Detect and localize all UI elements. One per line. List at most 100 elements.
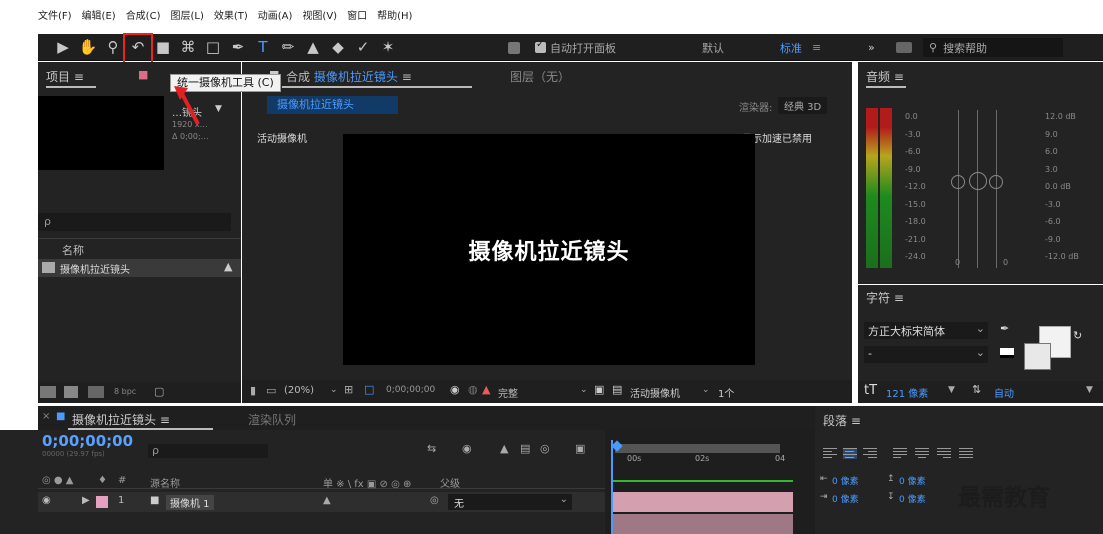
current-time-indicator[interactable] xyxy=(611,440,613,534)
project-search-input[interactable]: ρ xyxy=(38,213,231,231)
workspace-default[interactable]: 默认 xyxy=(702,34,724,61)
menu-file[interactable]: 文件(F) xyxy=(38,7,72,22)
current-time[interactable]: 0;00;00;00 xyxy=(386,385,435,395)
parent-dropdown[interactable]: 无 ⌄ xyxy=(448,494,572,510)
draft-3d-icon[interactable]: ◉ xyxy=(462,442,472,455)
pan-behind-icon[interactable]: ⌘ xyxy=(177,36,199,58)
paragraph-tab[interactable]: 段落 ≡ xyxy=(823,412,861,429)
parent-header[interactable]: 父级 xyxy=(440,475,460,490)
justify-last-center-icon[interactable] xyxy=(915,448,929,459)
search-help-toggle[interactable] xyxy=(896,34,912,61)
label-color-swatch[interactable] xyxy=(96,496,108,508)
renderer-button[interactable]: 经典 3D xyxy=(778,97,828,114)
work-area-bar[interactable] xyxy=(615,444,780,453)
eyedropper-icon[interactable]: ✒ xyxy=(1000,322,1009,335)
close-icon[interactable]: × xyxy=(42,411,50,422)
justify-last-right-icon[interactable] xyxy=(937,448,951,459)
menu-window[interactable]: 窗口 xyxy=(347,7,367,22)
font-family-dropdown[interactable]: 方正大标宋简体 ⌄ xyxy=(864,322,988,339)
swap-colors-icon[interactable]: ↻ xyxy=(1073,329,1082,342)
shy-icon[interactable]: ▲ xyxy=(500,442,508,455)
expand-arrow-icon[interactable]: ▶ xyxy=(82,495,90,506)
roto-brush-icon[interactable]: ✓ xyxy=(352,36,374,58)
align-center-icon[interactable] xyxy=(843,448,857,459)
timeline-tab[interactable]: 摄像机拉近镜头 ≡ xyxy=(72,411,170,428)
hash-header[interactable]: # xyxy=(118,475,126,486)
composition-viewer[interactable]: 摄像机拉近镜头 xyxy=(343,134,755,365)
region-of-interest-icon[interactable]: ▣ xyxy=(594,383,604,396)
name-column-header[interactable]: 名称 xyxy=(62,242,84,258)
menu-help[interactable]: 帮助(H) xyxy=(377,7,412,22)
menu-view[interactable]: 视图(V) xyxy=(302,7,337,22)
pick-whip-icon[interactable]: ◎ xyxy=(430,495,439,506)
eraser-icon[interactable]: ◆ xyxy=(327,36,349,58)
grid-icon[interactable]: ⊞ xyxy=(344,383,353,396)
puppet-pin-icon[interactable]: ✶ xyxy=(377,36,399,58)
align-left-icon[interactable] xyxy=(823,448,837,459)
menu-animation[interactable]: 动画(A) xyxy=(258,7,293,22)
rectangle-icon[interactable]: □ xyxy=(202,36,224,58)
zoom-icon[interactable]: ⚲ xyxy=(102,36,124,58)
align-right-icon[interactable] xyxy=(863,448,877,459)
justify-all-icon[interactable] xyxy=(959,448,973,459)
character-tab[interactable]: 字符 ≡ xyxy=(866,289,904,306)
views-dropdown[interactable]: 1个 xyxy=(718,385,734,400)
chevron-down-icon[interactable]: ▼ xyxy=(215,104,222,114)
leading-value[interactable]: 自动 xyxy=(994,385,1014,400)
slider-track[interactable] xyxy=(996,110,997,268)
always-preview-icon[interactable]: ▮ xyxy=(250,384,256,397)
av-features-header-icon[interactable]: ◎ ● ▲ xyxy=(42,475,74,486)
source-name-header[interactable]: 源名称 xyxy=(150,475,180,490)
project-tab[interactable]: 项目 ≡ xyxy=(46,68,84,85)
timeline-search-input[interactable]: ρ xyxy=(148,444,268,458)
list-item[interactable]: 摄像机拉近镜头 ▲ xyxy=(38,259,241,277)
menu-edit[interactable]: 编辑(E) xyxy=(82,7,116,22)
hand-icon[interactable]: ✋ xyxy=(77,36,99,58)
composition-tab[interactable]: 合成 摄像机拉近镜头 ≡ xyxy=(286,68,412,85)
zoom-dropdown[interactable]: (20%) xyxy=(284,385,314,396)
slider-knob[interactable] xyxy=(951,175,965,189)
font-size-value[interactable]: 121 像素 xyxy=(886,385,928,400)
slider-knob[interactable] xyxy=(989,175,1003,189)
pen-icon[interactable]: ✒ xyxy=(227,36,249,58)
more-workspaces-icon[interactable]: » xyxy=(868,34,875,61)
justify-last-left-icon[interactable] xyxy=(893,448,907,459)
clone-stamp-icon[interactable]: ▲ xyxy=(302,36,324,58)
slider-knob[interactable] xyxy=(969,172,987,190)
table-row[interactable]: ◉ ▶ 1 ■ 摄像机 1 ▲ ◎ 无 ⌄ xyxy=(38,492,605,512)
new-composition-icon[interactable] xyxy=(88,386,104,398)
interpret-footage-icon[interactable] xyxy=(40,386,56,398)
selection-arrow-icon[interactable]: ▶ xyxy=(52,36,74,58)
show-snapshot-icon[interactable]: ◍ xyxy=(468,383,478,396)
auto-open-panels[interactable]: 自动打开面板 xyxy=(535,34,616,61)
shy-switch-icon[interactable]: ▲ xyxy=(323,495,331,506)
search-help-input[interactable]: ⚲ 搜索帮助 xyxy=(923,38,1063,57)
snapshot-icon[interactable]: ◉ xyxy=(450,383,460,396)
timeline-timecode[interactable]: 0;00;00;00 xyxy=(42,432,133,450)
first-line-indent-value[interactable]: 0 像素 xyxy=(832,492,859,505)
font-style-dropdown[interactable]: - ⌄ xyxy=(864,346,988,363)
eye-icon[interactable]: ◉ xyxy=(42,495,51,506)
slider-track[interactable] xyxy=(958,110,959,268)
layer-duration-bar[interactable] xyxy=(613,492,793,512)
layer-tab[interactable]: 图层（无） xyxy=(510,68,570,85)
comp-breadcrumb-tab[interactable]: 摄像机拉近镜头 xyxy=(267,96,398,114)
layer-name[interactable]: 摄像机 1 xyxy=(166,495,214,510)
comp-flowchart-icon[interactable]: ⇆ xyxy=(427,442,436,455)
mask-visibility-icon[interactable]: □ xyxy=(364,383,374,396)
new-folder-icon[interactable] xyxy=(64,386,78,398)
space-after-value[interactable]: 0 像素 xyxy=(899,492,926,505)
snap-icon[interactable] xyxy=(508,34,520,61)
bpc-button[interactable]: 8 bpc xyxy=(114,387,136,396)
label-header-icon[interactable]: ♦ xyxy=(98,475,107,486)
audio-tab[interactable]: 音频 ≡ xyxy=(866,68,904,85)
motion-blur-icon[interactable]: ◎ xyxy=(540,442,550,455)
camera-icon[interactable]: ■ xyxy=(152,36,174,58)
indent-left-value[interactable]: 0 像素 xyxy=(832,474,859,487)
transparency-grid-icon[interactable]: ▤ xyxy=(612,383,622,396)
switches-header[interactable]: 单 ※ \ fx ▣ ⊘ ◎ ⊕ xyxy=(323,475,411,490)
graph-editor-icon[interactable]: ▣ xyxy=(575,442,585,455)
menu-effect[interactable]: 效果(T) xyxy=(214,7,248,22)
menu-layer[interactable]: 图层(L) xyxy=(170,7,203,22)
layer-duration-bar[interactable] xyxy=(613,514,793,534)
